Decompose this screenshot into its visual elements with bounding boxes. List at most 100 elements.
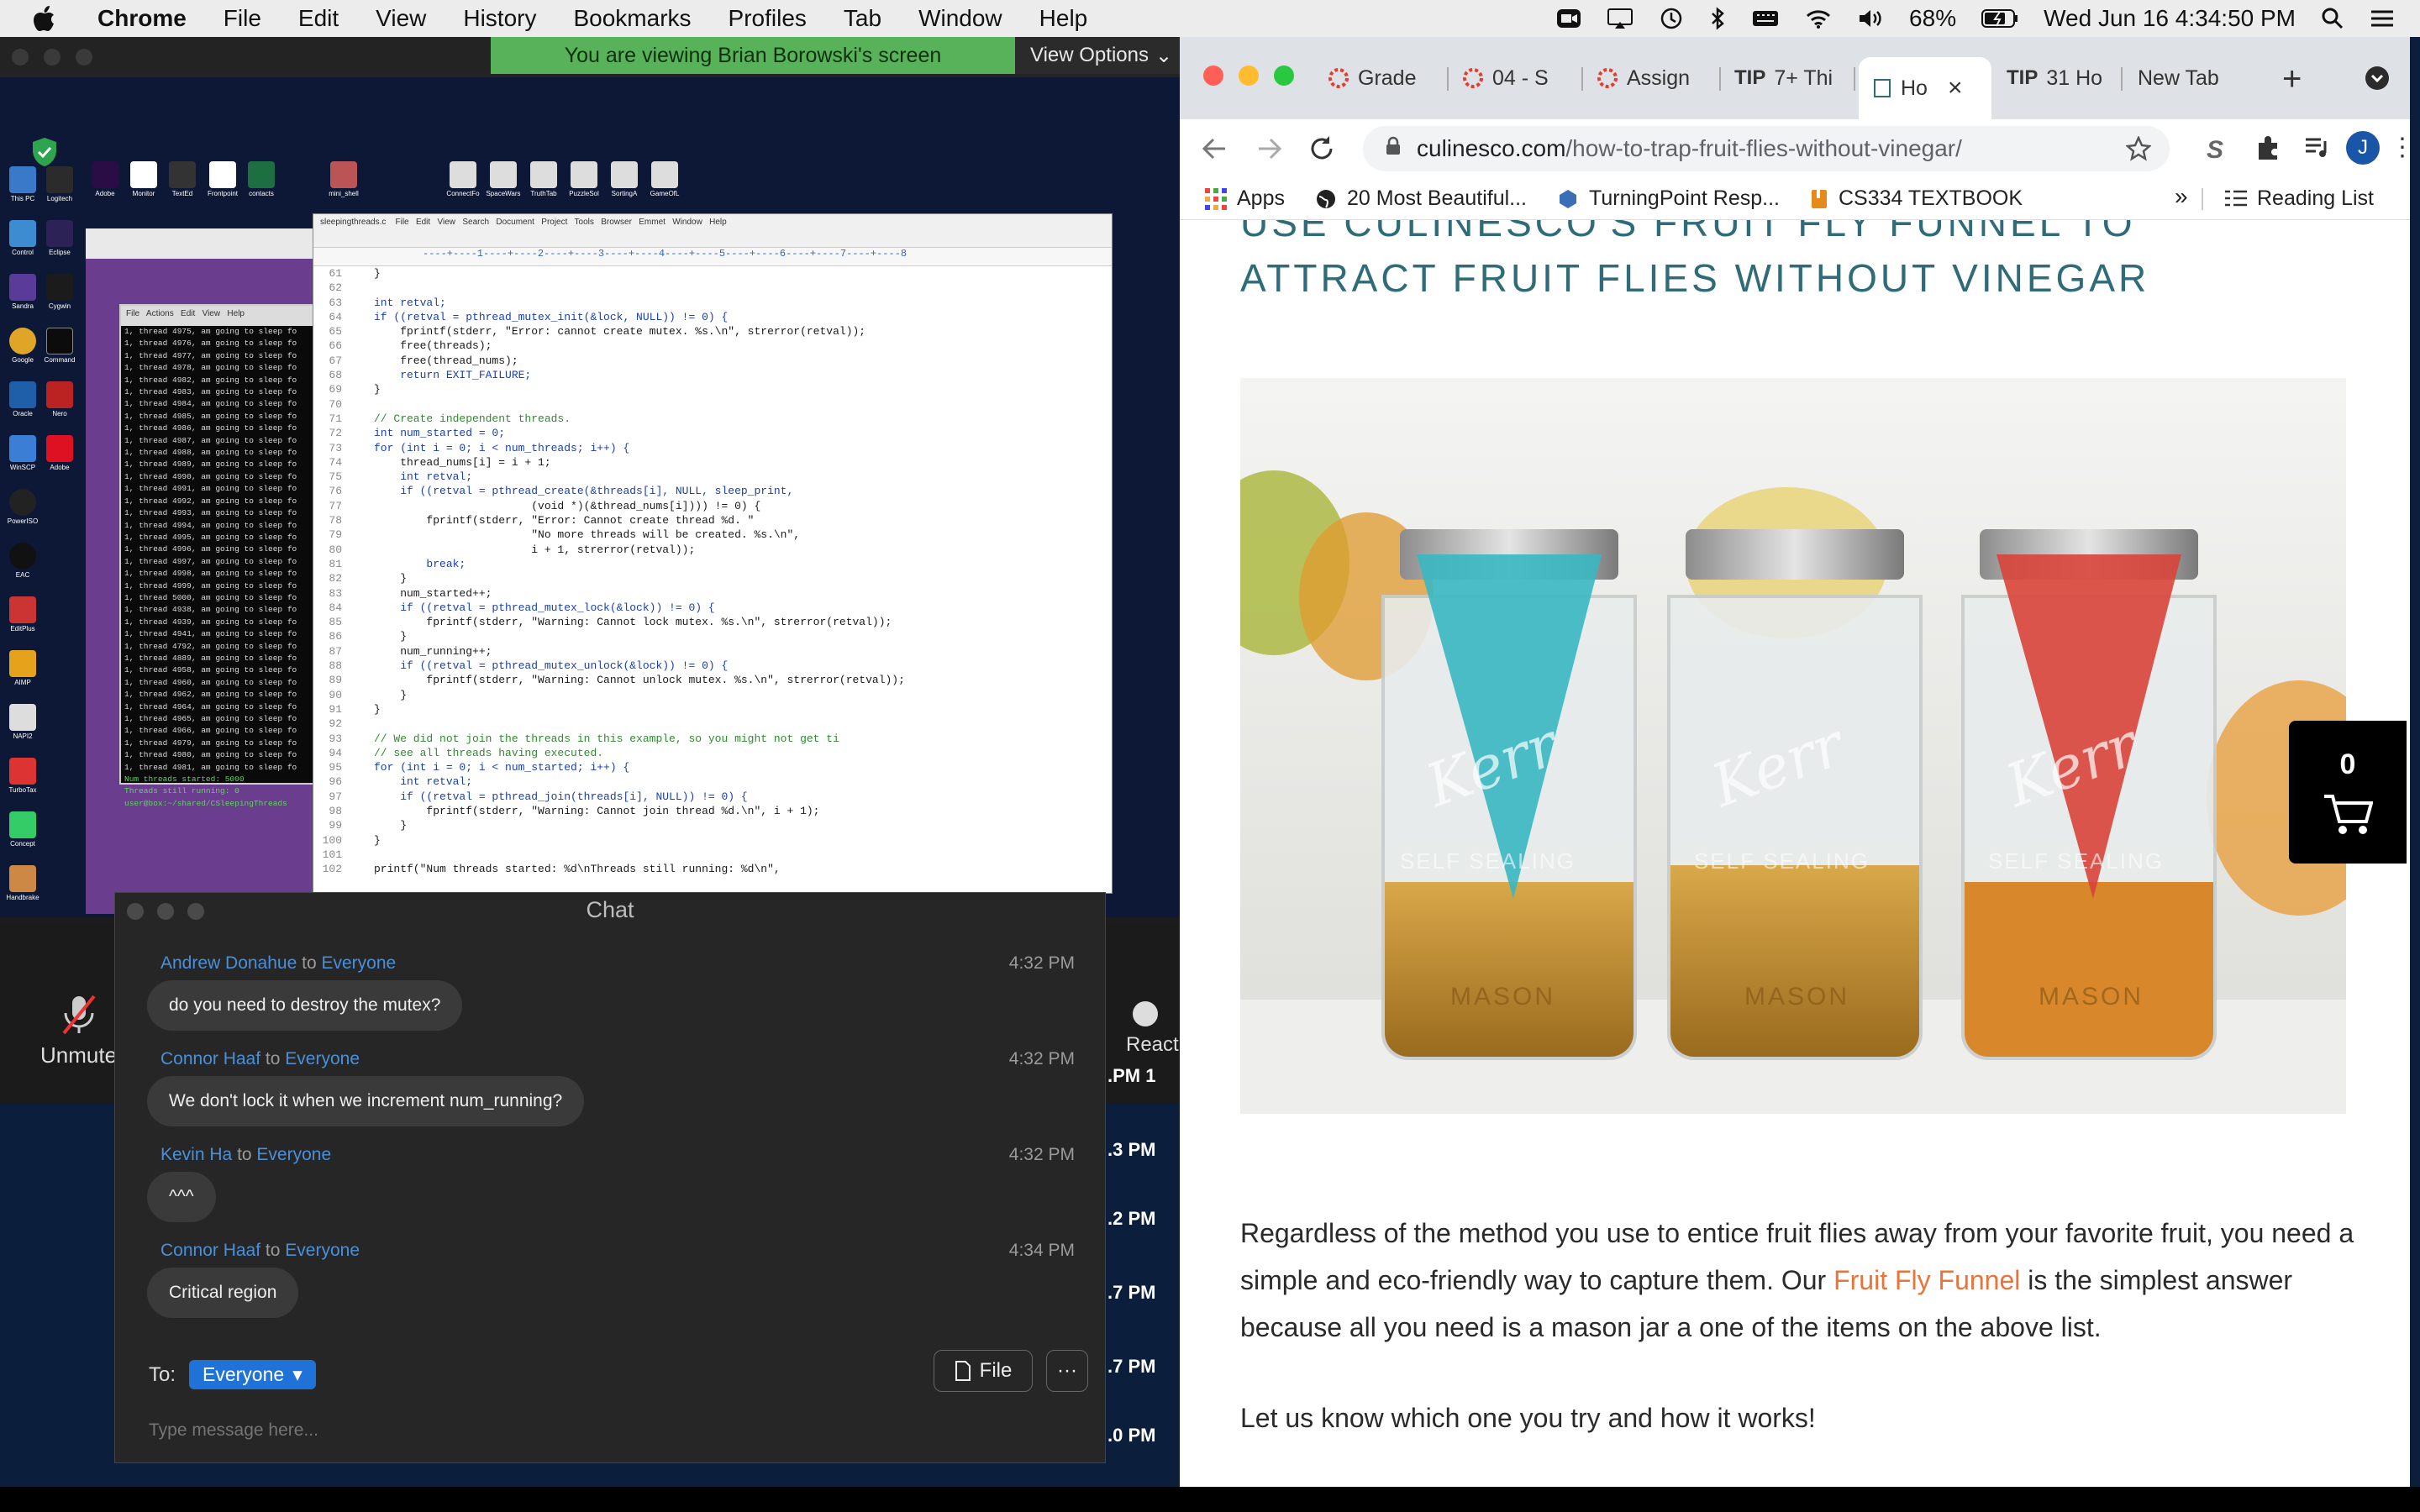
recipient-dropdown[interactable]: Everyone ▾	[189, 1360, 316, 1389]
extensions-puzzle-icon[interactable]	[2255, 134, 2282, 165]
tab-assign[interactable]: Assign	[1583, 57, 1721, 99]
menu-file[interactable]: File	[224, 5, 261, 32]
airplay-icon[interactable]	[1607, 8, 1634, 29]
chat-zoom-button[interactable]	[187, 903, 204, 920]
code-text[interactable]: return EXIT_FAILURE;	[347, 368, 531, 382]
desktop-icon-spacewars[interactable]: SpaceWars	[486, 161, 521, 197]
desktop-icon-eac[interactable]: EAC	[5, 543, 40, 579]
new-tab-plus-icon[interactable]: +	[2282, 60, 2302, 98]
reload-icon[interactable]	[1307, 134, 1336, 167]
chat-minimize-button[interactable]	[157, 903, 174, 920]
desktop-icon-conceptdraw[interactable]: Concept	[5, 811, 40, 848]
code-text[interactable]	[347, 397, 374, 412]
reading-list-button[interactable]: Reading List	[2225, 186, 2374, 211]
zoom-button[interactable]	[76, 49, 92, 66]
menu-history[interactable]: History	[463, 5, 536, 32]
reactions-button[interactable]: React	[1126, 1001, 1179, 1057]
desktop-icon-gameofl[interactable]: GameOfL	[647, 161, 682, 197]
code-text[interactable]	[347, 281, 374, 295]
code-text[interactable]: }	[347, 702, 381, 717]
fruit-fly-funnel-link[interactable]: Fruit Fly Funnel	[1833, 1265, 2020, 1295]
desktop-icon-sandra[interactable]: Sandra	[5, 274, 40, 310]
battery-icon[interactable]	[1981, 8, 2018, 29]
bookmark-cs334[interactable]: CS334 TEXTBOOK	[1810, 186, 2023, 211]
bookmark-20-most-beautiful[interactable]: 20 Most Beautiful...	[1315, 186, 1527, 211]
desktop-icon-editplus[interactable]: EditPlus	[5, 596, 40, 633]
code-text[interactable]: fprintf(stderr, "Error: Cannot create th…	[347, 513, 754, 528]
media-control-icon[interactable]	[2304, 134, 2331, 165]
desktop-icon-winscp[interactable]: WinSCP	[5, 435, 40, 471]
desktop-icon-this-pc[interactable]: This PC	[5, 166, 40, 202]
more-options-button[interactable]: ···	[1046, 1350, 1088, 1392]
code-text[interactable]: for (int i = 0; i < num_threads; i++) {	[347, 441, 629, 455]
lock-icon[interactable]	[1385, 135, 1402, 162]
file-button[interactable]: File	[934, 1350, 1033, 1392]
desktop-icon-adobe[interactable]: Adobe	[42, 435, 77, 471]
code-text[interactable]: // see all threads having executed.	[347, 746, 603, 760]
more-bookmarks-icon[interactable]: »	[2175, 183, 2188, 210]
menu-view[interactable]: View	[376, 5, 426, 32]
cart-widget[interactable]: 0	[2289, 721, 2407, 864]
bookmark-apps[interactable]: Apps	[1205, 186, 1285, 211]
menu-profiles[interactable]: Profiles	[729, 5, 807, 32]
tab-04[interactable]: 04 - S	[1449, 57, 1583, 99]
code-text[interactable]: fprintf(stderr, "Warning: Cannot unlock …	[347, 673, 905, 687]
recipient-name[interactable]: Everyone	[285, 1049, 360, 1068]
recipient-name[interactable]: Everyone	[321, 953, 396, 973]
time-machine-icon[interactable]	[1659, 6, 1684, 31]
code-text[interactable]: // Create independent threads.	[347, 412, 571, 426]
desktop-icon-command-prompt[interactable]: Command	[42, 328, 77, 364]
profile-avatar[interactable]: J	[2346, 131, 2380, 165]
code-text[interactable]: // We did not join the threads in this e…	[347, 732, 839, 746]
zoom-status-icon[interactable]	[1556, 8, 1581, 29]
chat-message-input[interactable]	[149, 1414, 1073, 1447]
desktop-icon-eclipse[interactable]: Eclipse	[42, 220, 77, 256]
bookmark-turningpoint[interactable]: TurningPoint Resp...	[1557, 186, 1780, 211]
code-text[interactable]: thread_nums[i] = i + 1;	[347, 455, 550, 470]
code-text[interactable]: free(thread_nums);	[347, 354, 518, 368]
code-text[interactable]: }	[347, 818, 407, 832]
code-text[interactable]: for (int i = 0; i < num_started; i++) {	[347, 760, 629, 774]
address-bar[interactable]: culinesco.com/how-to-trap-fruit-flies-wi…	[1363, 126, 2170, 171]
desktop-icon-pdf-2[interactable]: Frontpoint	[205, 161, 240, 197]
extension-s-icon[interactable]: S	[2207, 136, 2223, 165]
code-text[interactable]: if ((retval = pthread_mutex_lock(&lock))…	[347, 601, 714, 615]
desktop-icon-logitech[interactable]: Logitech	[42, 166, 77, 202]
keyboard-icon[interactable]	[1751, 8, 1780, 29]
code-text[interactable]: free(threads);	[347, 339, 492, 353]
desktop-icon-cygwin[interactable]: Cygwin	[42, 274, 77, 310]
desktop-icon-sortingalgo[interactable]: SortingA	[607, 161, 642, 197]
desktop-icon-mini-shell[interactable]: mini_shell	[326, 161, 361, 197]
unmute-button[interactable]: Unmute	[40, 993, 117, 1068]
code-text[interactable]: }	[347, 833, 381, 848]
notification-center-icon[interactable]	[2370, 8, 2395, 29]
desktop-icon-napi[interactable]: NAPI2	[5, 704, 40, 740]
code-text[interactable]: }	[347, 571, 407, 585]
tab-ho-active[interactable]: Ho ×	[1859, 57, 1991, 119]
code-text[interactable]: int retval;	[347, 470, 472, 484]
desktop-icon-premiere[interactable]: Adobe	[87, 161, 123, 197]
code-text[interactable]: fprintf(stderr, "Error: cannot create mu…	[347, 324, 865, 339]
volume-icon[interactable]	[1857, 8, 1884, 29]
recipient-name[interactable]: Everyone	[285, 1241, 360, 1260]
code-text[interactable]: fprintf(stderr, "Warning: Cannot lock mu…	[347, 615, 892, 629]
close-window-button[interactable]	[1203, 66, 1223, 86]
menu-help[interactable]: Help	[1039, 5, 1088, 32]
apple-icon[interactable]	[34, 6, 67, 31]
code-text[interactable]: (void *)(&thread_nums[i]))) != 0) {	[347, 499, 760, 513]
sender-name[interactable]: Andrew Donahue	[160, 953, 297, 973]
maximize-window-button[interactable]	[1274, 66, 1294, 86]
menu-edit[interactable]: Edit	[298, 5, 339, 32]
code-text[interactable]: printf("Num threads started: %d\nThreads…	[347, 862, 781, 876]
clock[interactable]: Wed Jun 16 4:34:50 PM	[2044, 5, 2296, 32]
sender-name[interactable]: Connor Haaf	[160, 1049, 260, 1068]
desktop-icon-truthtable[interactable]: TruthTab	[526, 161, 561, 197]
menu-app-name[interactable]: Chrome	[97, 5, 187, 32]
desktop-icon-aimp[interactable]: AIMP	[5, 650, 40, 686]
desktop-icon-handbrake[interactable]: Handbrake	[5, 865, 40, 901]
sender-name[interactable]: Connor Haaf	[160, 1241, 260, 1260]
desktop-icon-poweriso[interactable]: PowerISO	[5, 489, 40, 525]
chat-close-button[interactable]	[127, 903, 144, 920]
code-text[interactable]: }	[347, 688, 407, 702]
tab-new-tab[interactable]: New Tab	[2124, 57, 2259, 99]
